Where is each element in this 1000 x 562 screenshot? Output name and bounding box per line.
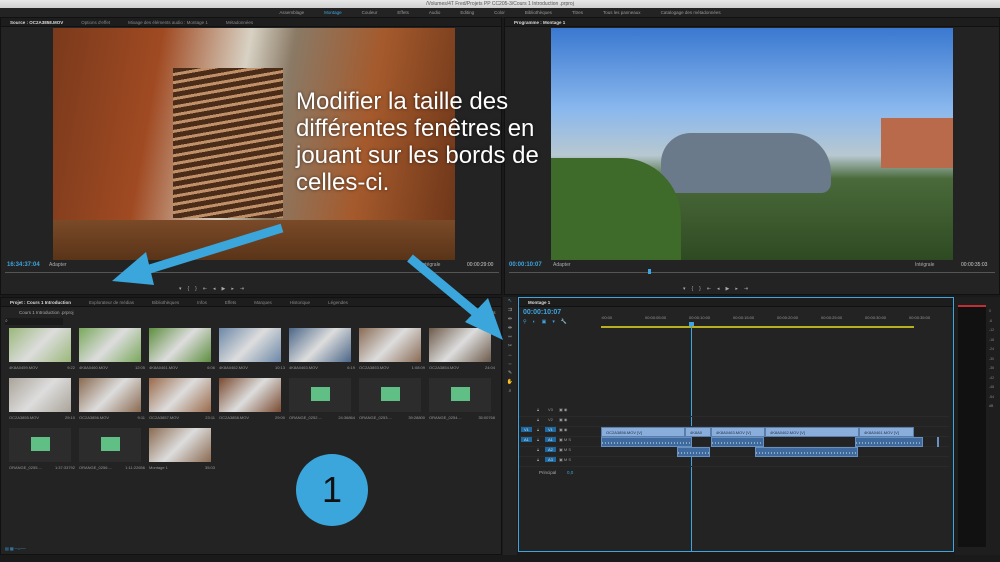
arrow-right-icon [407,254,485,322]
arrow-left-head-icon [112,252,154,285]
arrow-left-icon [138,223,284,277]
step-number-badge: 1 [296,454,368,526]
annotation-arrows [112,223,503,340]
